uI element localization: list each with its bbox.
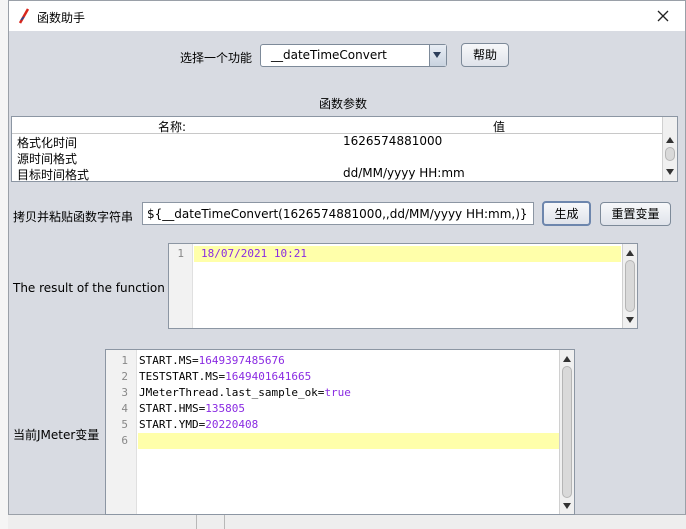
background-divider <box>196 515 197 529</box>
variable-value: 1649401641665 <box>225 370 312 383</box>
scroll-up-icon[interactable] <box>563 356 571 362</box>
jmeter-variables-textarea[interactable]: 1 2 3 4 5 6 START.MS=1649397485676 TESTS… <box>105 349 575 515</box>
chevron-down-icon <box>433 52 441 58</box>
scroll-down-icon[interactable] <box>563 503 571 509</box>
params-table: 名称: 值 格式化时间 1626574881000 源时间格式 目标时间格式 d… <box>11 116 678 182</box>
line-number: 3 <box>121 386 128 399</box>
scroll-thumb[interactable] <box>625 260 635 312</box>
variables-scrollbar[interactable] <box>559 350 574 514</box>
scroll-up-icon[interactable] <box>666 137 674 143</box>
result-value: 18/07/2021 10:21 <box>201 247 307 260</box>
variable-line: START.MS=1649397485676 <box>139 353 351 369</box>
line-number: 1 <box>177 247 184 260</box>
function-combobox[interactable]: __dateTimeConvert <box>260 44 447 67</box>
function-string-input[interactable]: ${__dateTimeConvert(1626574881000,,dd/MM… <box>142 202 534 225</box>
variables-text: START.MS=1649397485676 TESTSTART.MS=1649… <box>139 353 351 433</box>
title-bar: 函数助手 <box>9 1 685 31</box>
variable-line: START.YMD=20220408 <box>139 417 351 433</box>
variable-value: 135805 <box>205 402 245 415</box>
variable-key: START.YMD= <box>139 418 206 431</box>
param-name: 源时间格式 <box>17 152 78 166</box>
variable-value: 1649397485676 <box>198 354 285 367</box>
background-divider <box>224 515 225 529</box>
function-combobox-value: __dateTimeConvert <box>271 48 387 62</box>
param-name: 格式化时间 <box>17 136 78 150</box>
close-icon[interactable] <box>657 10 669 22</box>
scroll-thumb[interactable] <box>665 147 675 161</box>
scroll-down-icon[interactable] <box>666 169 674 175</box>
param-name: 目标时间格式 <box>17 168 90 182</box>
variable-value: 20220408 <box>205 418 259 431</box>
copy-function-label: 拷贝并粘贴函数字符串 <box>13 210 134 224</box>
jmeter-variables-label: 当前JMeter变量 <box>13 428 100 442</box>
line-number: 5 <box>121 418 128 431</box>
variable-key: START.HMS= <box>139 402 206 415</box>
params-section-title: 函数参数 <box>319 97 368 111</box>
combobox-arrow-button[interactable] <box>429 45 446 66</box>
params-table-header: 名称: 值 <box>12 117 662 134</box>
variable-key: JMeterThread.last_sample_ok= <box>139 386 325 399</box>
params-scrollbar[interactable] <box>662 117 677 181</box>
line-number-gutter: 1 2 3 4 5 6 <box>106 350 137 514</box>
java-feather-icon <box>18 8 30 24</box>
window-title: 函数助手 <box>37 11 86 25</box>
scroll-up-icon[interactable] <box>626 250 634 256</box>
column-header-name: 名称: <box>158 120 187 134</box>
function-helper-dialog: 函数助手 选择一个功能 __dateTimeConvert 帮助 函数参数 名称… <box>8 0 686 515</box>
table-row[interactable]: 源时间格式 <box>12 150 662 166</box>
column-header-value: 值 <box>493 120 506 134</box>
scroll-down-icon[interactable] <box>626 317 634 323</box>
line-number: 2 <box>121 370 128 383</box>
param-value[interactable]: 1626574881000 <box>343 134 442 148</box>
function-select-label: 选择一个功能 <box>180 51 253 65</box>
reset-variables-button[interactable]: 重置变量 <box>600 202 671 226</box>
variable-line: START.HMS=135805 <box>139 401 351 417</box>
line-number: 4 <box>121 402 128 415</box>
variable-key: TESTSTART.MS= <box>139 370 226 383</box>
variable-key: START.MS= <box>139 354 199 367</box>
result-scrollbar[interactable] <box>622 244 637 328</box>
current-line-highlight <box>138 433 559 449</box>
line-number: 1 <box>121 354 128 367</box>
background-window-left <box>0 0 8 529</box>
table-row[interactable]: 格式化时间 1626574881000 <box>12 134 662 150</box>
variable-value: true <box>324 386 351 399</box>
line-number-gutter: 1 <box>169 244 193 328</box>
scroll-thumb[interactable] <box>562 366 572 498</box>
result-textarea[interactable]: 1 18/07/2021 10:21 <box>168 243 638 329</box>
function-string-value: ${__dateTimeConvert(1626574881000,,dd/MM… <box>147 207 528 221</box>
table-row[interactable]: 目标时间格式 dd/MM/yyyy HH:mm <box>12 166 662 182</box>
param-value[interactable]: dd/MM/yyyy HH:mm <box>343 166 465 180</box>
variable-line: JMeterThread.last_sample_ok=true <box>139 385 351 401</box>
variable-line: TESTSTART.MS=1649401641665 <box>139 369 351 385</box>
line-number: 6 <box>121 434 128 447</box>
generate-button[interactable]: 生成 <box>542 201 591 226</box>
help-button[interactable]: 帮助 <box>461 43 509 67</box>
result-label: The result of the function is <box>13 281 179 295</box>
